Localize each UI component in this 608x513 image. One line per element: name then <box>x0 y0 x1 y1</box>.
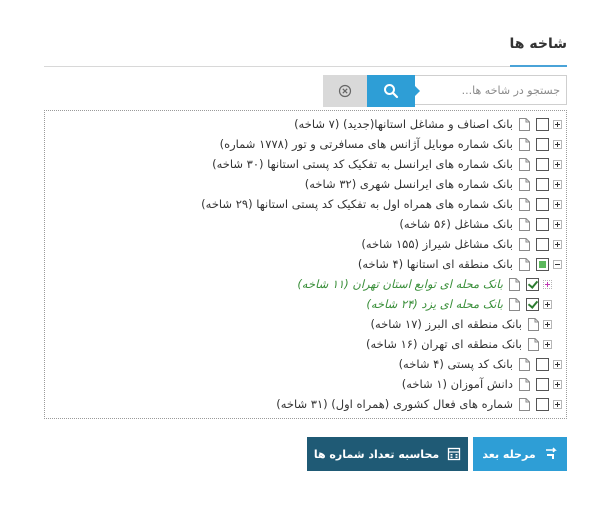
header-divider <box>44 66 566 67</box>
expand-toggle[interactable] <box>543 279 552 289</box>
tree-item-checkbox[interactable] <box>536 117 549 131</box>
clear-icon <box>338 84 352 98</box>
file-icon <box>519 217 530 231</box>
expand-toggle[interactable] <box>553 159 562 169</box>
tree-item-checkbox[interactable] <box>536 177 549 191</box>
tree-item-checkbox[interactable] <box>536 157 549 171</box>
clear-search-button[interactable] <box>323 75 367 107</box>
expand-toggle[interactable] <box>553 179 562 189</box>
file-icon <box>509 277 520 291</box>
tree-item-label[interactable]: بانک شماره های ایرانسل شهری (۳۲ شاخه) <box>305 177 513 191</box>
tree-item-label[interactable]: بانک محله ای توابع استان تهران (۱۱ شاخه) <box>297 277 503 291</box>
tree-item[interactable]: بانک شماره های ایرانسل به تفکیک کد پستی … <box>212 154 562 174</box>
expand-toggle[interactable] <box>543 299 552 309</box>
expand-toggle[interactable] <box>543 339 552 349</box>
expand-toggle[interactable] <box>553 199 562 209</box>
tree-item-checkbox[interactable] <box>526 297 539 311</box>
tree-item-checkbox[interactable] <box>536 237 549 251</box>
tree-item-checkbox[interactable] <box>536 397 549 411</box>
expand-toggle[interactable] <box>553 379 562 389</box>
tree-item-label[interactable]: دانش آموزان (۱ شاخه) <box>402 377 513 391</box>
tree-item-checkbox[interactable] <box>536 357 549 371</box>
search-button[interactable] <box>367 75 420 107</box>
expand-toggle[interactable] <box>553 359 562 369</box>
file-icon <box>519 377 530 391</box>
file-icon <box>519 157 530 171</box>
tree-item-label[interactable]: بانک منطقه ای تهران (۱۶ شاخه) <box>366 337 522 351</box>
file-icon <box>519 357 530 371</box>
tree-item-label[interactable]: بانک مشاغل شیراز (۱۵۵ شاخه) <box>361 237 513 251</box>
expand-toggle[interactable] <box>553 139 562 149</box>
expand-toggle[interactable] <box>553 119 562 129</box>
file-icon <box>519 177 530 191</box>
next-step-button[interactable]: مرحله بعد <box>473 437 567 471</box>
tree-item[interactable]: بانک اصناف و مشاغل استانها(جدید) (۷ شاخه… <box>294 114 562 134</box>
forward-icon <box>545 447 557 459</box>
tree-item-checkbox[interactable] <box>536 137 549 151</box>
tree-item[interactable]: بانک منطقه ای استانها (۴ شاخه) <box>358 254 562 274</box>
search-bar <box>323 75 567 107</box>
tree-view: بانک اصناف و مشاغل استانها(جدید) (۷ شاخه… <box>44 110 567 419</box>
tree-item[interactable]: بانک محله ای توابع استان تهران (۱۱ شاخه) <box>297 274 552 294</box>
tree-item[interactable]: بانک مشاغل شیراز (۱۵۵ شاخه) <box>361 234 562 254</box>
section-title: شاخه ها <box>509 36 567 52</box>
tree-item-checkbox[interactable] <box>526 277 539 291</box>
tree-item-label[interactable]: بانک محله ای یزد (۲۴ شاخه) <box>366 297 503 311</box>
tree-item[interactable]: بانک شماره های همراه اول به تفکیک کد پست… <box>201 194 562 214</box>
expand-toggle[interactable] <box>543 319 552 329</box>
tree-item[interactable]: بانک مشاغل (۵۶ شاخه) <box>399 214 562 234</box>
tree-item[interactable]: بانک محله ای یزد (۲۴ شاخه) <box>366 294 552 314</box>
calculate-count-label: محاسبه تعداد شماره ها <box>313 447 440 461</box>
tree-item[interactable]: دانش آموزان (۱ شاخه) <box>402 374 562 394</box>
tree-item-label[interactable]: شماره های فعال کشوری (همراه اول) (۳۱ شاخ… <box>276 397 513 411</box>
expand-toggle[interactable] <box>553 399 562 409</box>
tree-item[interactable]: شماره های فعال کشوری (همراه اول) (۳۱ شاخ… <box>276 394 562 414</box>
tree-item-checkbox[interactable] <box>536 377 549 391</box>
file-icon <box>528 317 539 331</box>
tree-item-label[interactable]: بانک منطقه ای البرز (۱۷ شاخه) <box>370 317 522 331</box>
collapse-toggle[interactable] <box>553 259 562 269</box>
tree-item[interactable]: بانک منطقه ای تهران (۱۶ شاخه) <box>366 334 552 354</box>
file-icon <box>519 117 530 131</box>
tree-item-label[interactable]: بانک اصناف و مشاغل استانها(جدید) (۷ شاخه… <box>294 117 513 131</box>
expand-toggle[interactable] <box>553 219 562 229</box>
file-icon <box>519 197 530 211</box>
tree-item-label[interactable]: بانک کد پستی (۴ شاخه) <box>399 357 513 371</box>
tree-item[interactable]: بانک شماره موبایل آژانس های مسافرتی و تو… <box>220 134 562 154</box>
header-accent-line <box>510 65 567 67</box>
tree-item-label[interactable]: بانک مشاغل (۵۶ شاخه) <box>399 217 513 231</box>
tree-item[interactable]: بانک کد پستی (۴ شاخه) <box>399 354 562 374</box>
file-icon <box>528 337 539 351</box>
tree-item-label[interactable]: بانک منطقه ای استانها (۴ شاخه) <box>358 257 513 271</box>
expand-toggle[interactable] <box>553 239 562 249</box>
search-icon <box>384 84 399 99</box>
tree-item-checkbox[interactable] <box>536 197 549 211</box>
calculate-count-button[interactable]: محاسبه تعداد شماره ها <box>307 437 468 471</box>
calculator-icon <box>448 447 461 461</box>
tree-item[interactable]: بانک منطقه ای البرز (۱۷ شاخه) <box>370 314 552 334</box>
file-icon <box>509 297 520 311</box>
file-icon <box>519 137 530 151</box>
tree-item-checkbox[interactable] <box>536 217 549 231</box>
tree-item-checkbox[interactable] <box>536 257 549 271</box>
tree-item-label[interactable]: بانک شماره های همراه اول به تفکیک کد پست… <box>201 197 513 211</box>
search-input[interactable] <box>415 75 567 105</box>
tree-item[interactable]: بانک شماره های ایرانسل شهری (۳۲ شاخه) <box>305 174 562 194</box>
file-icon <box>519 237 530 251</box>
tree-item-label[interactable]: بانک شماره های ایرانسل به تفکیک کد پستی … <box>212 157 513 171</box>
tree-item-label[interactable]: بانک شماره موبایل آژانس های مسافرتی و تو… <box>220 137 513 151</box>
next-step-label: مرحله بعد <box>482 447 536 461</box>
file-icon <box>519 257 530 271</box>
file-icon <box>519 397 530 411</box>
